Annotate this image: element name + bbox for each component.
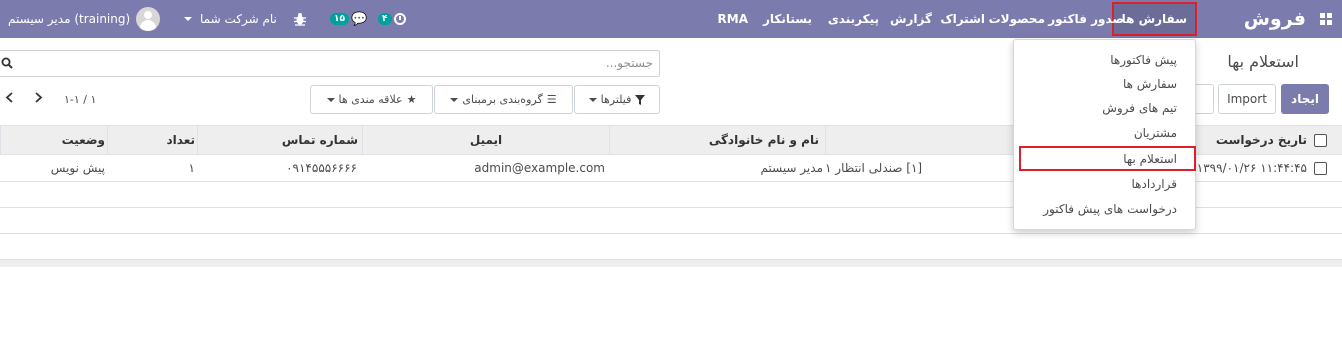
menu-subscription[interactable]: اشتراک <box>940 0 985 38</box>
table-footer <box>0 259 1342 267</box>
dropdown-item-contracts[interactable]: قراردادها <box>1132 177 1178 191</box>
list-icon: ☰ <box>546 93 557 106</box>
cell-phone: ۰۹۱۴۵۵۵۶۶۶۶ <box>286 161 357 175</box>
column-phone[interactable]: شماره تماس <box>197 126 362 154</box>
activity-count-badge: ۴ <box>378 13 392 25</box>
cell-product: [۱] صندلی انتظار ۱ <box>825 161 923 175</box>
messaging-menu[interactable]: ۱۵ 💬 <box>330 0 367 38</box>
menu-reporting[interactable]: گزارش <box>890 0 932 38</box>
chevron-left-icon <box>5 92 13 103</box>
avatar <box>136 7 161 31</box>
bug-icon <box>294 13 306 26</box>
column-quantity[interactable]: تعداد <box>107 126 197 154</box>
pager-next-button[interactable] <box>34 92 43 106</box>
user-menu[interactable]: مدیر سیستم (training) <box>8 0 161 38</box>
filters-label: فیلترها <box>600 93 632 106</box>
message-count-badge: ۱۵ <box>330 13 349 25</box>
company-switcher[interactable]: نام شرکت شما <box>184 0 277 38</box>
page-title: استعلام بها <box>1227 52 1299 71</box>
groupby-label: گروه‌بندی برمبنای <box>462 93 543 106</box>
groupby-button[interactable]: گروه‌بندی برمبنای ☰ <box>434 85 573 114</box>
column-date[interactable]: تاریخ درخواست <box>1189 126 1307 154</box>
dropdown-item-orders[interactable]: سفارش ها <box>1123 77 1177 91</box>
activity-menu[interactable]: ۴ <box>378 0 406 38</box>
column-name[interactable]: نام و نام خانوادگی <box>609 126 825 154</box>
menu-rma[interactable]: RMA <box>718 0 748 38</box>
menu-configuration[interactable]: پیکربندی <box>828 0 879 38</box>
favorites-button[interactable]: علاقه مندی ها ★ <box>310 85 433 114</box>
chevron-right-icon <box>35 92 43 103</box>
chevron-down-icon <box>326 97 335 102</box>
apps-menu-icon[interactable] <box>1320 0 1334 38</box>
dropdown-item-sales-teams[interactable]: تیم های فروش <box>1102 101 1177 115</box>
company-name: نام شرکت شما <box>200 12 277 26</box>
chat-icon: 💬 <box>351 11 368 27</box>
row-checkbox[interactable] <box>1314 162 1327 175</box>
import-button[interactable]: Import <box>1218 84 1276 114</box>
menu-invoicing[interactable]: صدور فاکتور <box>1048 0 1124 38</box>
top-navbar: فروش سفارش ها صدور فاکتور محصولات اشتراک… <box>0 0 1342 38</box>
menu-products[interactable]: محصولات <box>989 0 1045 38</box>
select-all-checkbox[interactable] <box>1314 134 1327 147</box>
row-divider <box>0 233 1342 234</box>
dropdown-item-quotations[interactable]: پیش فاکتورها <box>1110 53 1177 67</box>
pager: ۱-۱ / ۱ <box>5 88 96 110</box>
column-email[interactable]: ایمیل <box>362 126 609 154</box>
search-bar[interactable] <box>0 50 660 77</box>
filter-icon <box>635 94 646 105</box>
chevron-down-icon <box>588 97 597 102</box>
cell-state: پیش نویس <box>50 161 105 175</box>
pager-previous-button[interactable] <box>5 92 14 106</box>
column-state[interactable]: وضعیت <box>0 126 107 154</box>
dropdown-item-quotation-requests[interactable]: درخواست های پیش فاکتور <box>1043 202 1177 216</box>
orders-dropdown-menu: پیش فاکتورها سفارش ها تیم های فروش مشتری… <box>1013 39 1196 230</box>
dropdown-item-customers[interactable]: مشتریان <box>1134 126 1177 140</box>
app-brand[interactable]: فروش <box>1244 0 1306 38</box>
search-input[interactable] <box>33 56 653 70</box>
clock-icon <box>393 13 406 25</box>
pager-value[interactable]: ۱-۱ / ۱ <box>64 93 96 106</box>
dropdown-item-price-inquiries[interactable]: استعلام بها <box>1123 152 1177 166</box>
debug-icon[interactable] <box>293 0 307 38</box>
filters-button[interactable]: فیلترها <box>574 85 660 114</box>
chevron-down-icon <box>184 17 192 21</box>
cell-quantity: ۱ <box>188 161 195 175</box>
cell-email: admin@example.com <box>474 161 605 175</box>
menu-orders[interactable]: سفارش ها <box>1111 2 1197 36</box>
star-icon: ★ <box>406 93 417 106</box>
search-icon[interactable] <box>1 57 13 69</box>
favorites-label: علاقه مندی ها <box>338 93 403 106</box>
chevron-down-icon <box>450 97 459 102</box>
cell-name: مدیر سیستم <box>760 161 824 175</box>
create-button[interactable]: ایجاد <box>1281 84 1329 114</box>
menu-dashboard[interactable]: بستانکار <box>763 0 812 38</box>
user-name: مدیر سیستم (training) <box>8 12 131 26</box>
